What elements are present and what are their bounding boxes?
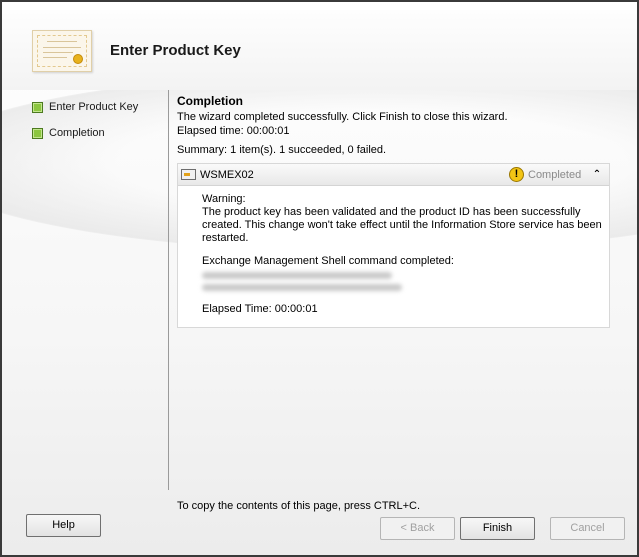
copy-hint: To copy the contents of this page, press… [177, 500, 421, 512]
green-square-bullet-icon [32, 101, 43, 113]
section-title: Completion [177, 94, 243, 108]
wizard-window: Enter Product Key Enter Product Key Comp… [0, 0, 639, 557]
wizard-header: Enter Product Key [2, 2, 637, 90]
server-icon [181, 169, 196, 180]
back-button[interactable]: < Back [380, 517, 455, 540]
result-panel: WSMEX02 ! Completed ⌃ Warning: The produ… [177, 163, 610, 328]
step-label: Enter Product Key [49, 101, 139, 113]
step-completion[interactable]: Completion [32, 124, 162, 142]
page-title: Enter Product Key [110, 42, 241, 59]
server-name: WSMEX02 [200, 169, 254, 181]
status-badge: Completed [528, 169, 582, 181]
warning-label: Warning: [202, 193, 246, 205]
command-label: Exchange Management Shell command comple… [202, 255, 454, 267]
finish-button[interactable]: Finish [460, 517, 535, 540]
elapsed-time: Elapsed time: 00:00:01 [177, 125, 290, 137]
cancel-button[interactable]: Cancel [550, 517, 625, 540]
help-button[interactable]: Help [26, 514, 101, 537]
redacted-command [202, 269, 609, 295]
green-square-bullet-icon [32, 127, 43, 139]
completion-panel: Completion The wizard completed successf… [177, 94, 612, 328]
vertical-divider [168, 90, 169, 490]
completion-message: The wizard completed successfully. Click… [177, 111, 508, 123]
result-details: Warning: The product key has been valida… [178, 186, 609, 316]
wizard-steps: Enter Product Key Completion [32, 98, 162, 150]
step-enter-product-key[interactable]: Enter Product Key [32, 98, 162, 116]
warning-text: The product key has been validated and t… [202, 206, 602, 244]
step-label: Completion [49, 127, 105, 139]
certificate-icon [32, 30, 92, 72]
collapse-chevron-icon[interactable]: ⌃ [591, 168, 603, 182]
summary-text: Summary: 1 item(s). 1 succeeded, 0 faile… [177, 144, 387, 156]
result-header[interactable]: WSMEX02 ! Completed ⌃ [178, 164, 609, 186]
warning-icon: ! [509, 167, 524, 182]
result-elapsed-time: Elapsed Time: 00:00:01 [202, 303, 318, 315]
